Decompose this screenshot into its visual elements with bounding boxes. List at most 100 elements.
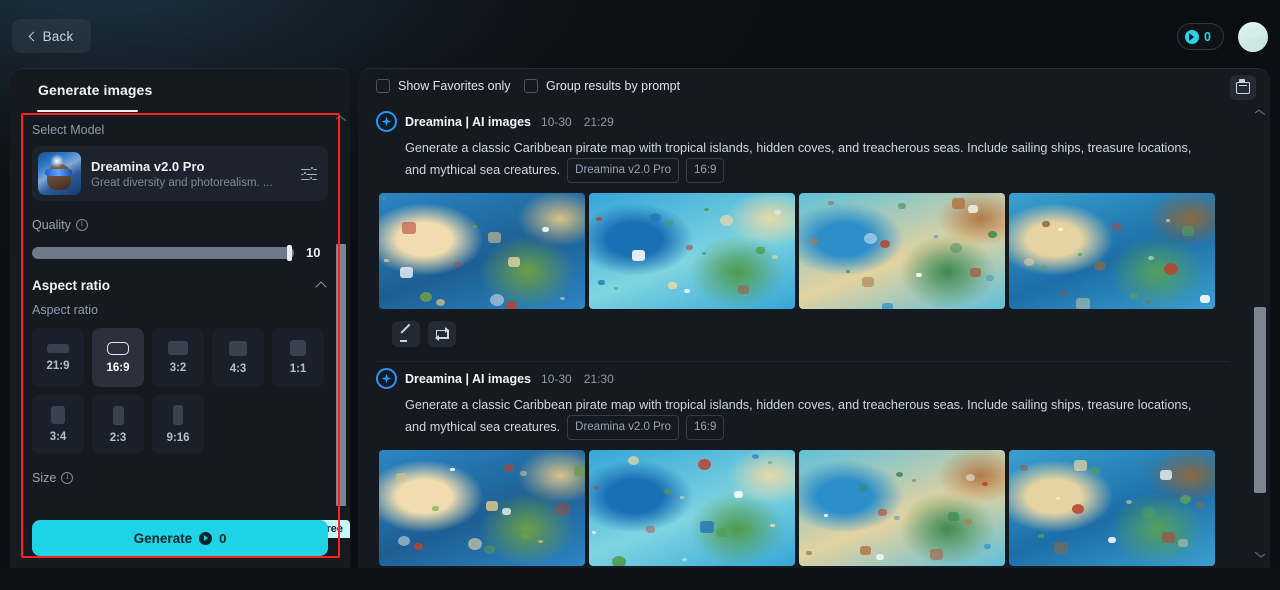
back-button[interactable]: Back [12, 19, 91, 53]
art-detail [720, 215, 733, 226]
info-icon[interactable] [75, 218, 88, 231]
checkbox[interactable] [524, 79, 538, 93]
aspect-ratio-option-9-16[interactable]: 9:16 [152, 395, 204, 454]
art-detail [986, 275, 994, 281]
art-detail [614, 287, 618, 290]
post-actions [392, 321, 1230, 347]
post-prompt: Generate a classic Caribbean pirate map … [405, 139, 1205, 183]
results-toolbar: Show Favorites only Group results by pro… [358, 69, 1270, 105]
generated-image[interactable] [799, 193, 1005, 309]
art-detail [1076, 297, 1090, 309]
art-detail [436, 299, 445, 306]
checkbox[interactable] [376, 79, 390, 93]
art-detail [1160, 469, 1172, 480]
art-detail [414, 542, 423, 550]
aspect-ratio-option-2-3[interactable]: 2:3 [92, 395, 144, 454]
aspect-ratio-option-16-9[interactable]: 16:9 [92, 328, 144, 387]
art-detail [1094, 260, 1106, 271]
scrollbar-thumb[interactable] [1254, 307, 1266, 493]
model-description: Great diversity and photorealism. ... [91, 176, 273, 189]
aspect-ratio-shape-icon [168, 341, 188, 355]
art-detail [504, 463, 514, 472]
post-header: Dreamina | AI images 10-30 21:29 [376, 111, 1230, 132]
quality-label: Quality [32, 218, 71, 232]
filter-group-by-prompt[interactable]: Group results by prompt [524, 79, 680, 93]
aspect-ratio-section-header[interactable]: Aspect ratio [32, 278, 328, 293]
scrollbar-thumb[interactable] [336, 244, 346, 506]
generated-image[interactable] [1009, 193, 1215, 309]
art-detail [1040, 265, 1047, 271]
aspect-ratio-option-label: 21:9 [46, 359, 70, 372]
art-detail [1108, 536, 1116, 543]
art-detail [716, 528, 727, 538]
art-detail [490, 294, 504, 307]
art-detail [1164, 263, 1178, 275]
art-detail [738, 284, 749, 294]
art-detail [398, 535, 410, 546]
results-scrollbar[interactable] [1254, 109, 1266, 560]
quality-slider-handle[interactable] [287, 244, 292, 261]
generated-image[interactable] [1009, 450, 1215, 566]
aspect-ratio-shape-icon [107, 341, 129, 355]
art-detail [842, 476, 855, 488]
generated-image[interactable] [589, 193, 795, 309]
art-detail [858, 484, 868, 492]
art-detail [488, 231, 501, 243]
art-detail [698, 458, 711, 470]
art-detail [594, 486, 599, 490]
art-detail [876, 553, 884, 560]
art-detail [1024, 258, 1034, 267]
results-feed: Dreamina | AI images 10-30 21:29 Generat… [358, 105, 1248, 568]
scroll-up-arrow-icon[interactable] [335, 115, 347, 124]
art-detail [1142, 506, 1156, 519]
art-detail [702, 252, 706, 256]
scroll-down-arrow-icon[interactable] [1254, 549, 1266, 558]
art-detail [896, 472, 903, 477]
art-detail [806, 551, 812, 556]
aspect-ratio-option-4-3[interactable]: 4:3 [212, 328, 264, 387]
avatar[interactable] [1238, 22, 1268, 52]
art-detail [752, 454, 759, 459]
credit-balance-pill[interactable]: 0 [1177, 23, 1224, 50]
edit-button[interactable] [392, 321, 420, 347]
filter-show-favorites[interactable]: Show Favorites only [376, 79, 511, 93]
aspect-ratio-shape-icon [229, 340, 247, 356]
select-model-label: Select Model [32, 123, 105, 137]
tab-generate-images[interactable]: Generate images [38, 82, 152, 98]
aspect-ratio-option-label: 3:4 [49, 431, 67, 443]
art-detail [966, 474, 975, 482]
generated-image[interactable] [379, 193, 585, 309]
aspect-ratio-shape-icon [51, 406, 65, 424]
regenerate-button[interactable] [428, 321, 456, 347]
scroll-up-arrow-icon[interactable] [1254, 109, 1266, 118]
left-panel-scrollbar[interactable] [335, 115, 347, 568]
quality-value: 10 [306, 245, 321, 260]
quality-slider[interactable] [32, 244, 294, 261]
generated-image[interactable] [379, 450, 585, 566]
open-folder-button[interactable] [1230, 75, 1256, 100]
art-detail [704, 207, 709, 211]
aspect-ratio-option-label: 1:1 [289, 363, 307, 375]
art-detail [1054, 541, 1068, 554]
art-detail [970, 267, 981, 277]
generate-panel: Generate images Select Model Dreamina v2… [10, 68, 350, 568]
art-detail [1112, 223, 1122, 232]
generated-image[interactable] [589, 450, 795, 566]
art-detail [1060, 290, 1066, 295]
art-detail [882, 302, 893, 309]
panel-tab-row: Generate images [10, 69, 350, 113]
aspect-ratio-option-1-1[interactable]: 1:1 [272, 328, 324, 387]
model-chip: Dreamina v2.0 Pro [567, 158, 680, 183]
model-selector-card[interactable]: Dreamina v2.0 Pro Great diversity and ph… [32, 146, 328, 201]
viewport-bottom-edge [0, 568, 1280, 590]
aspect-ratio-sub-label: Aspect ratio [32, 303, 99, 317]
aspect-ratio-option-3-4[interactable]: 3:4 [32, 395, 84, 454]
generate-button[interactable]: Generate 0 [32, 520, 328, 556]
credit-balance-value: 0 [1204, 29, 1211, 44]
model-settings-icon[interactable] [300, 165, 318, 183]
info-icon[interactable] [61, 471, 74, 484]
generated-image[interactable] [799, 450, 1005, 566]
art-detail [682, 558, 687, 562]
aspect-ratio-option-21-9[interactable]: 21:9 [32, 328, 84, 387]
aspect-ratio-option-3-2[interactable]: 3:2 [152, 328, 204, 387]
